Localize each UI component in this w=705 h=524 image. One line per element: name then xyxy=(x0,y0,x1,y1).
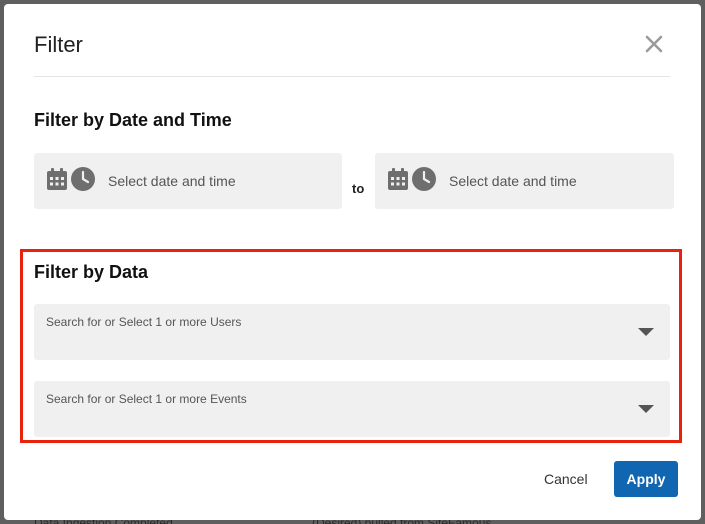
highlight-box xyxy=(20,249,682,443)
start-date-placeholder: Select date and time xyxy=(108,173,236,189)
start-date-field[interactable]: Select date and time xyxy=(34,153,342,209)
end-date-placeholder: Select date and time xyxy=(449,173,577,189)
title-divider xyxy=(34,76,670,77)
clock-icon xyxy=(411,166,437,197)
date-section-title: Filter by Date and Time xyxy=(34,110,232,130)
cancel-button[interactable]: Cancel xyxy=(544,464,588,494)
end-date-field[interactable]: Select date and time xyxy=(375,153,674,209)
to-label: to xyxy=(352,181,365,196)
date-icons xyxy=(387,166,437,197)
calendar-icon xyxy=(387,167,409,196)
calendar-icon xyxy=(46,167,68,196)
date-icons xyxy=(46,166,96,197)
clock-icon xyxy=(70,166,96,197)
close-icon[interactable] xyxy=(642,32,666,56)
apply-button[interactable]: Apply xyxy=(614,461,678,497)
modal-title: Filter xyxy=(34,32,83,57)
